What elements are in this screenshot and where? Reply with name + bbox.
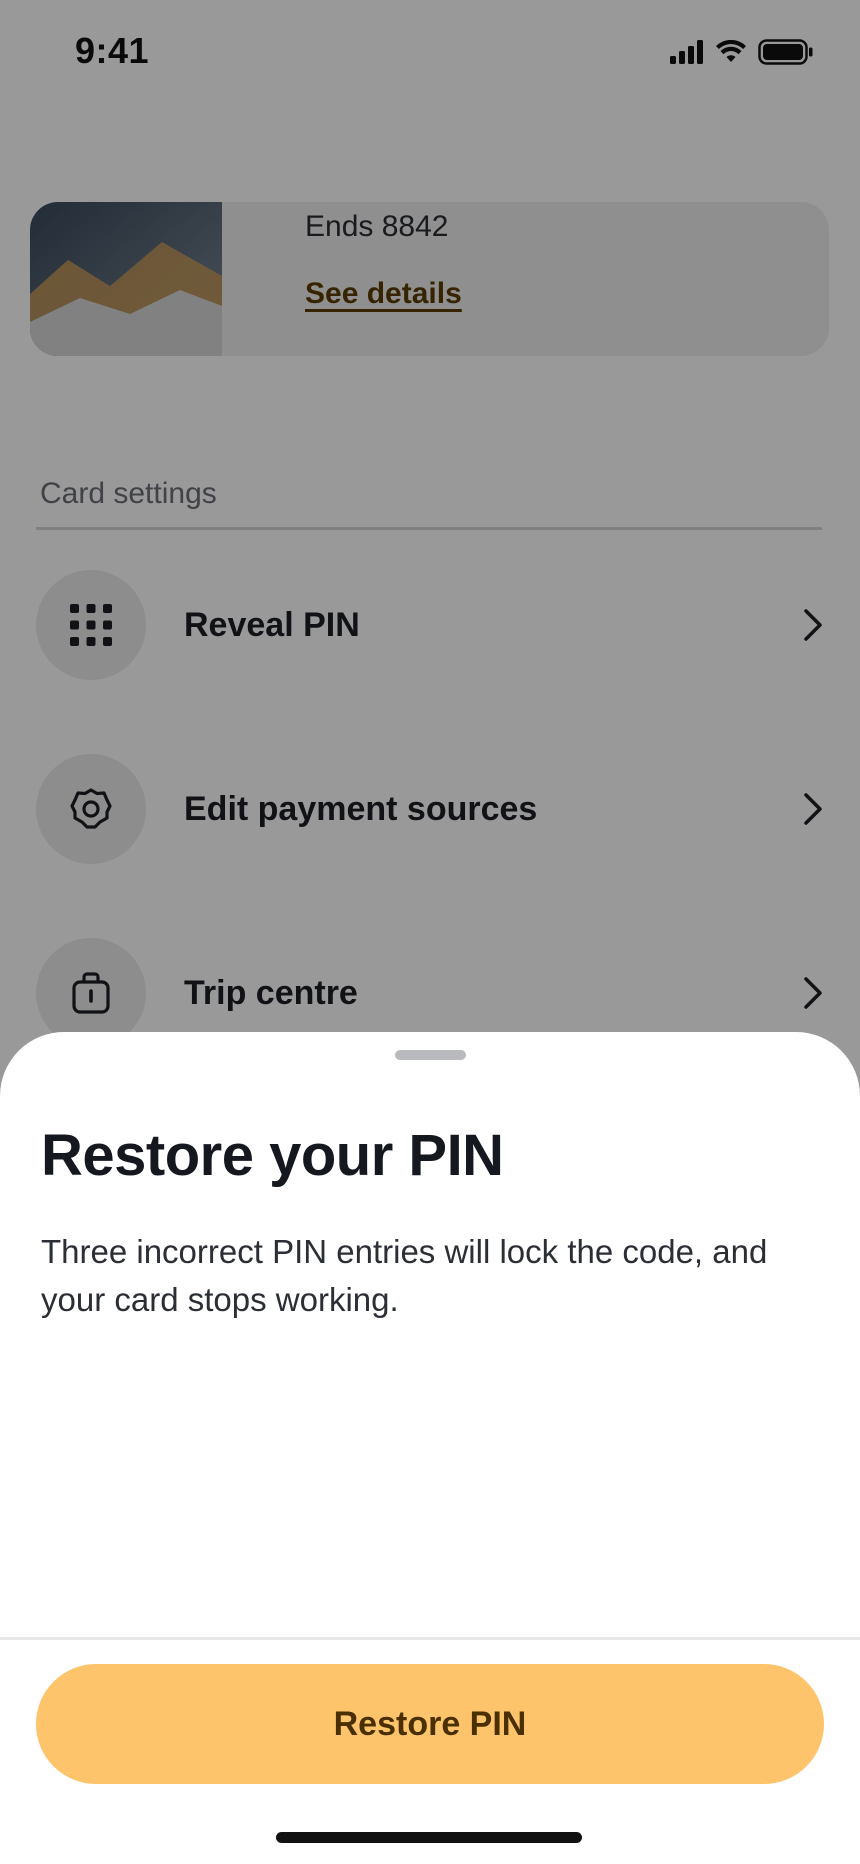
sheet-drag-handle[interactable] [395,1050,466,1060]
sheet-footer-divider [0,1637,860,1640]
sheet-description: Three incorrect PIN entries will lock th… [41,1233,768,1318]
home-indicator [276,1832,582,1843]
restore-pin-button[interactable]: Restore PIN [36,1664,824,1784]
restore-pin-bottom-sheet: Restore your PIN Three incorrect PIN ent… [0,1032,860,1864]
sheet-title: Restore your PIN [41,1123,504,1188]
